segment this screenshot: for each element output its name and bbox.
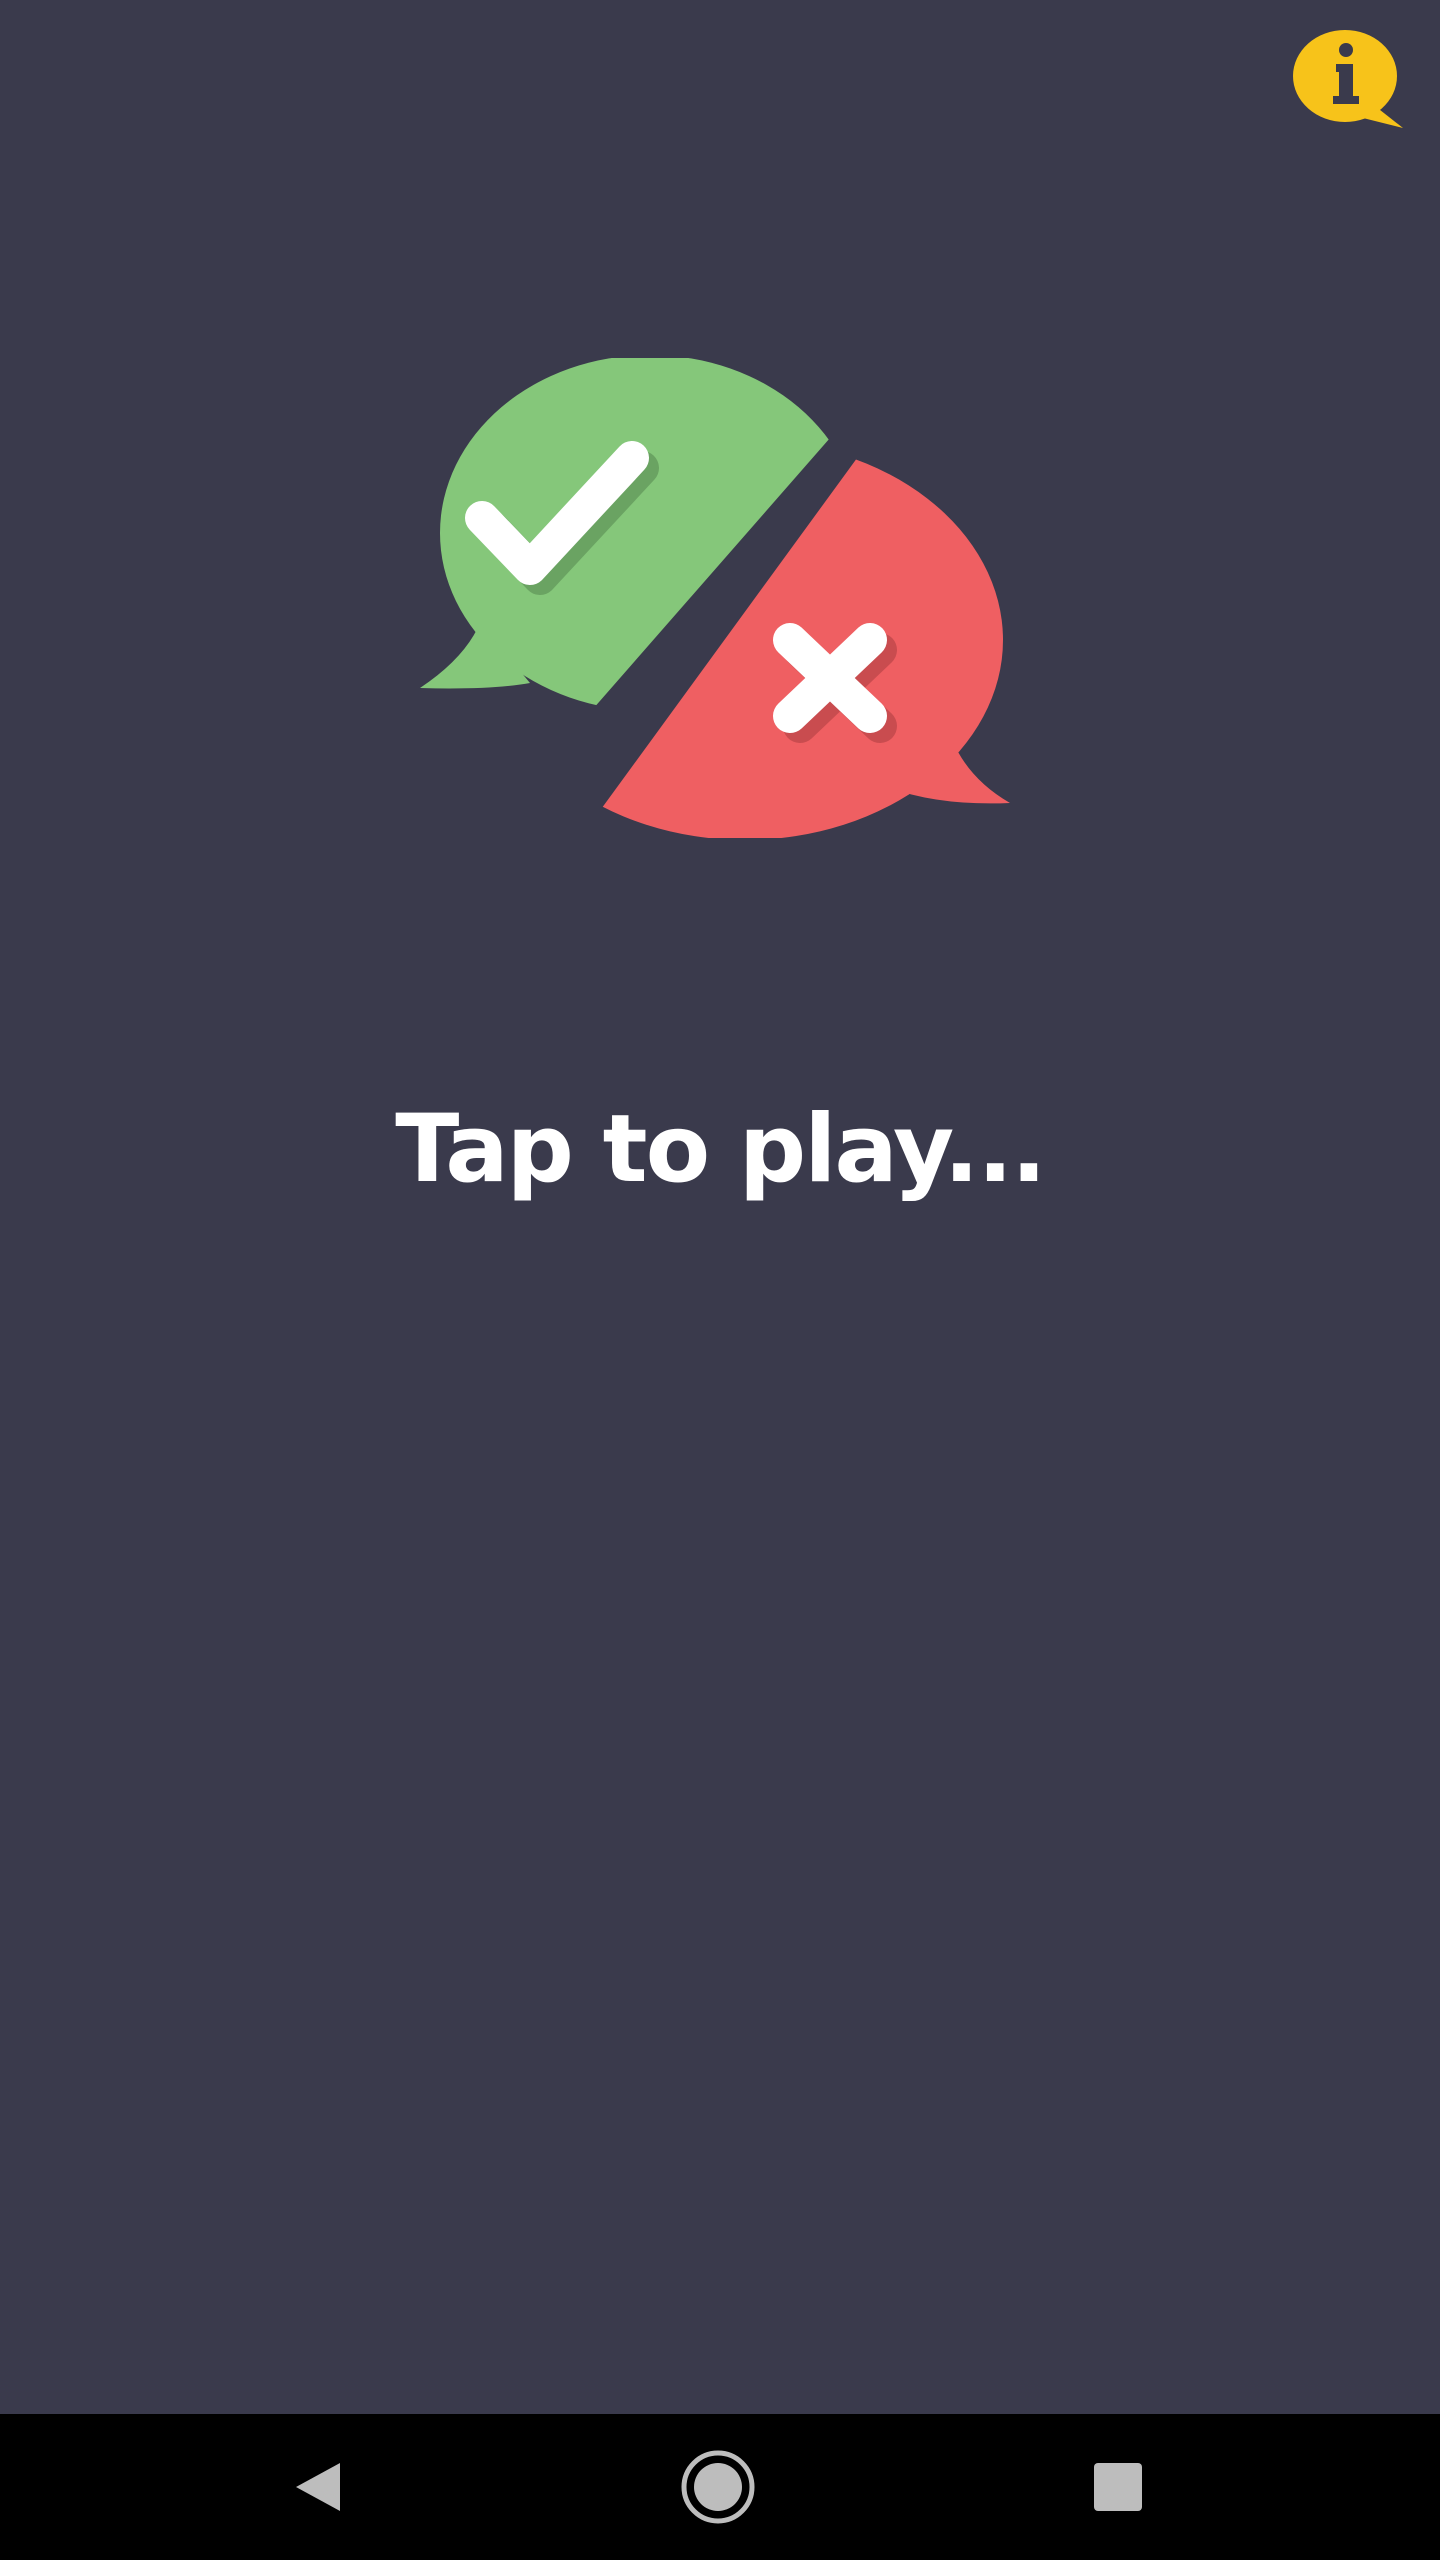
home-circle-icon (681, 2450, 755, 2524)
home-button[interactable] (668, 2437, 768, 2537)
android-navigation-bar (0, 2414, 1440, 2560)
back-triangle-icon (296, 2463, 340, 2511)
game-start-screen[interactable]: Tap to play... (0, 0, 1440, 2414)
recents-square-icon (1094, 2463, 1142, 2511)
recents-button[interactable] (1068, 2437, 1168, 2537)
game-logo (410, 358, 1010, 838)
info-button[interactable] (1293, 28, 1405, 132)
tap-to-play-prompt[interactable]: Tap to play... (0, 1095, 1440, 1204)
back-button[interactable] (268, 2437, 368, 2537)
cross-icon (773, 623, 897, 743)
info-icon (1293, 30, 1403, 128)
